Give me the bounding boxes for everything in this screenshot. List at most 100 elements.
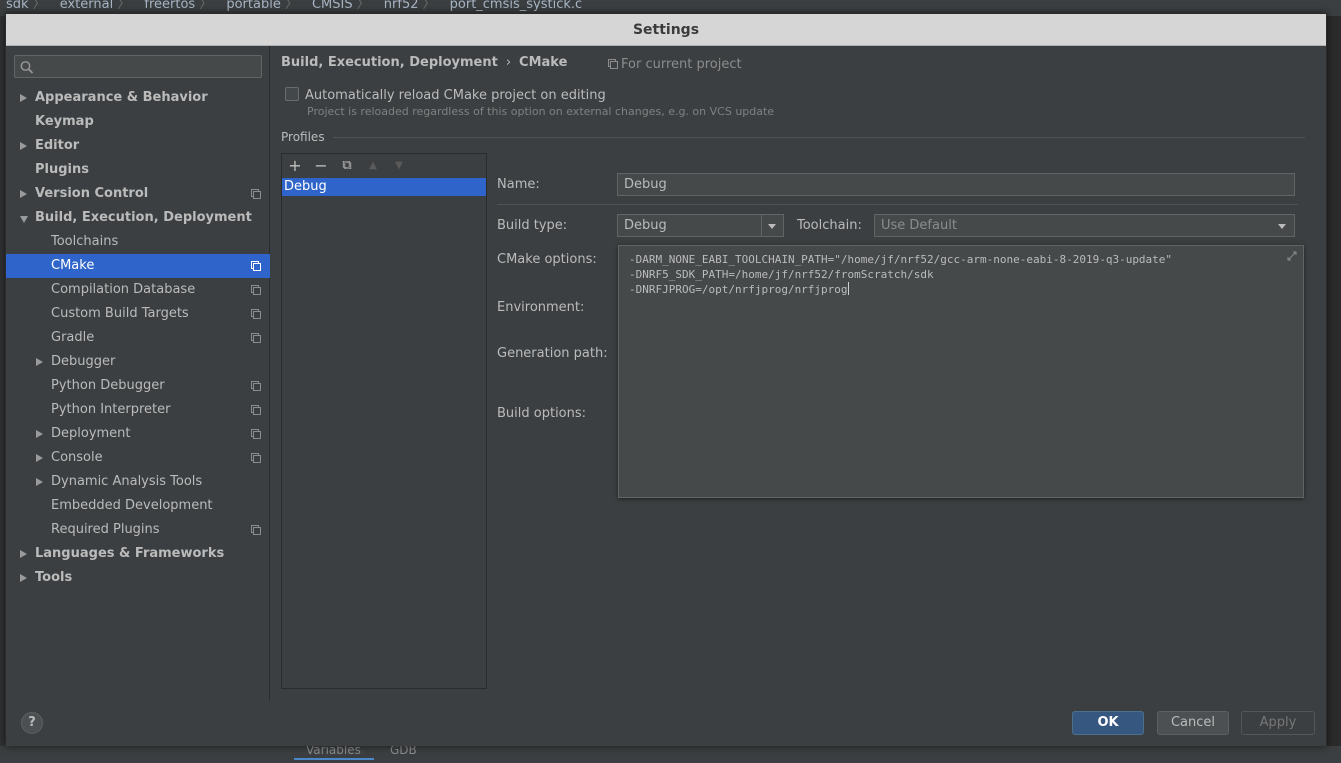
sidebar-item-custom-build-targets[interactable]: Custom Build Targets [6, 302, 270, 326]
profile-item-debug[interactable]: Debug [282, 178, 486, 196]
add-profile-button[interactable]: + [286, 157, 304, 175]
toolchain-value: Use Default [881, 218, 957, 233]
bg-crumb-2: freertos [144, 0, 196, 12]
sidebar-item-label: Debugger [51, 354, 116, 369]
sidebar-item-appearance-behavior[interactable]: Appearance & Behavior [6, 86, 270, 110]
profiles-toolbar: + − ⧉ ▲ ▼ [282, 154, 486, 178]
sidebar-item-deployment[interactable]: Deployment [6, 422, 270, 446]
sidebar-item-label: Gradle [51, 330, 95, 345]
build-type-select[interactable]: Debug [617, 214, 784, 237]
sidebar-item-label: Plugins [35, 162, 89, 177]
remove-profile-button[interactable]: − [312, 157, 330, 175]
project-scope-icon [608, 59, 618, 69]
sidebar-item-debugger[interactable]: Debugger [6, 350, 270, 374]
breadcrumb-separator: › [505, 55, 512, 70]
chevron-down-icon[interactable] [1272, 215, 1294, 236]
dialog-title[interactable]: Settings [6, 14, 1326, 46]
collapsed-arrow-icon[interactable] [20, 574, 27, 582]
generation-path-label: Generation path: [497, 346, 608, 361]
sidebar-item-label: Required Plugins [51, 522, 160, 537]
sidebar-item-label: Embedded Development [51, 498, 213, 513]
sidebar-item-label: Custom Build Targets [51, 306, 189, 321]
breadcrumb-current: CMake [519, 55, 568, 70]
collapsed-arrow-icon[interactable] [20, 190, 27, 198]
move-up-button[interactable]: ▲ [364, 157, 382, 175]
help-button[interactable]: ? [21, 712, 43, 734]
sidebar-item-version-control[interactable]: Version Control [6, 182, 270, 206]
sidebar-item-label: Keymap [35, 114, 94, 129]
bg-crumb-5: nrf52 [383, 0, 419, 12]
sidebar-item-label: Toolchains [51, 234, 119, 249]
sidebar-item-label: Python Interpreter [51, 402, 171, 417]
cmake-settings-panel: Build, Execution, Deployment › CMake For c… [271, 46, 1326, 700]
toolchain-select[interactable]: Use Default [874, 214, 1295, 237]
environment-label: Environment: [497, 300, 585, 315]
bg-crumb-0: sdk [6, 0, 29, 12]
sidebar-item-keymap[interactable]: Keymap [6, 110, 270, 134]
sidebar-item-dynamic-analysis-tools[interactable]: Dynamic Analysis Tools [6, 470, 270, 494]
sidebar-item-label: CMake [51, 258, 95, 273]
move-down-button[interactable]: ▼ [390, 157, 408, 175]
project-scope-icon [251, 429, 261, 439]
sidebar-item-tools[interactable]: Tools [6, 566, 270, 590]
settings-search-input[interactable] [14, 55, 262, 78]
collapsed-arrow-icon[interactable] [20, 142, 27, 150]
expanded-arrow-icon[interactable] [20, 216, 28, 223]
collapsed-arrow-icon[interactable] [20, 94, 27, 102]
sidebar-item-languages-frameworks[interactable]: Languages & Frameworks [6, 542, 270, 566]
breadcrumb-parent: Build, Execution, Deployment [281, 55, 498, 70]
sidebar-item-embedded-development[interactable]: Embedded Development [6, 494, 270, 518]
collapsed-arrow-icon[interactable] [36, 430, 43, 438]
copy-profile-button[interactable]: ⧉ [338, 157, 356, 175]
sidebar-item-gradle[interactable]: Gradle [6, 326, 270, 350]
expand-icon[interactable] [1287, 251, 1297, 261]
profiles-divider [333, 137, 1305, 138]
cancel-button[interactable]: Cancel [1157, 711, 1229, 735]
sidebar-item-plugins[interactable]: Plugins [6, 158, 270, 182]
sidebar-item-console[interactable]: Console [6, 446, 270, 470]
profile-name-field[interactable]: Debug [617, 173, 1295, 196]
auto-reload-hint: Project is reloaded regardless of this o… [307, 105, 775, 118]
cmake-options-editor[interactable]: -DARM_NONE_EABI_TOOLCHAIN_PATH="/home/jf… [618, 245, 1304, 498]
checkbox-box[interactable] [285, 87, 299, 101]
project-scope-icon [251, 189, 261, 199]
sidebar-item-required-plugins[interactable]: Required Plugins [6, 518, 270, 542]
collapsed-arrow-icon[interactable] [36, 358, 43, 366]
collapsed-arrow-icon[interactable] [20, 550, 27, 558]
apply-button[interactable]: Apply [1241, 711, 1315, 735]
sidebar-item-python-interpreter[interactable]: Python Interpreter [6, 398, 270, 422]
collapsed-arrow-icon[interactable] [36, 478, 43, 486]
name-label: Name: [497, 177, 540, 192]
bg-crumb-6: port_cmsis_systick.c [449, 0, 583, 12]
sidebar-item-label: Editor [35, 138, 80, 153]
chevron-down-icon[interactable] [761, 215, 783, 236]
for-current-project-note: For current project [608, 57, 742, 72]
sidebar-item-label: Version Control [35, 186, 149, 201]
sidebar-item-label: Dynamic Analysis Tools [51, 474, 203, 489]
sidebar-item-toolchains[interactable]: Toolchains [6, 230, 270, 254]
sidebar-item-python-debugger[interactable]: Python Debugger [6, 374, 270, 398]
sidebar-item-label: Languages & Frameworks [35, 546, 225, 561]
sidebar-item-cmake[interactable]: CMake [6, 254, 270, 278]
bg-crumb-3: portable [226, 0, 281, 12]
cmake-option-line-1: -DARM_NONE_EABI_TOOLCHAIN_PATH="/home/jf… [629, 253, 1173, 266]
sidebar-item-label: Compilation Database [51, 282, 196, 297]
background-bottom-tabs: Variables GDB [0, 743, 1341, 763]
toolchain-label: Toolchain: [797, 218, 862, 233]
ok-button[interactable]: OK [1072, 711, 1144, 735]
collapsed-arrow-icon[interactable] [36, 454, 43, 462]
sidebar-item-compilation-database[interactable]: Compilation Database [6, 278, 270, 302]
cmake-option-line-2: -DNRF5_SDK_PATH=/home/jf/nrf52/fromScrat… [629, 268, 934, 281]
profiles-section-label: Profiles [281, 130, 325, 144]
auto-reload-label: Automatically reload CMake project on ed… [305, 88, 606, 103]
auto-reload-checkbox[interactable]: Automatically reload CMake project on ed… [285, 87, 606, 103]
sidebar-item-editor[interactable]: Editor [6, 134, 270, 158]
sidebar-item-label: Deployment [51, 426, 131, 441]
sidebar-item-label: Appearance & Behavior [35, 90, 208, 105]
project-scope-icon [251, 453, 261, 463]
sidebar-item-build-execution-deployment[interactable]: Build, Execution, Deployment [6, 206, 270, 230]
page-breadcrumb: Build, Execution, Deployment › CMake [281, 55, 567, 70]
build-type-value: Debug [624, 218, 667, 233]
sidebar-item-label: Python Debugger [51, 378, 165, 393]
sidebar-item-label: Build, Execution, Deployment [35, 210, 252, 225]
